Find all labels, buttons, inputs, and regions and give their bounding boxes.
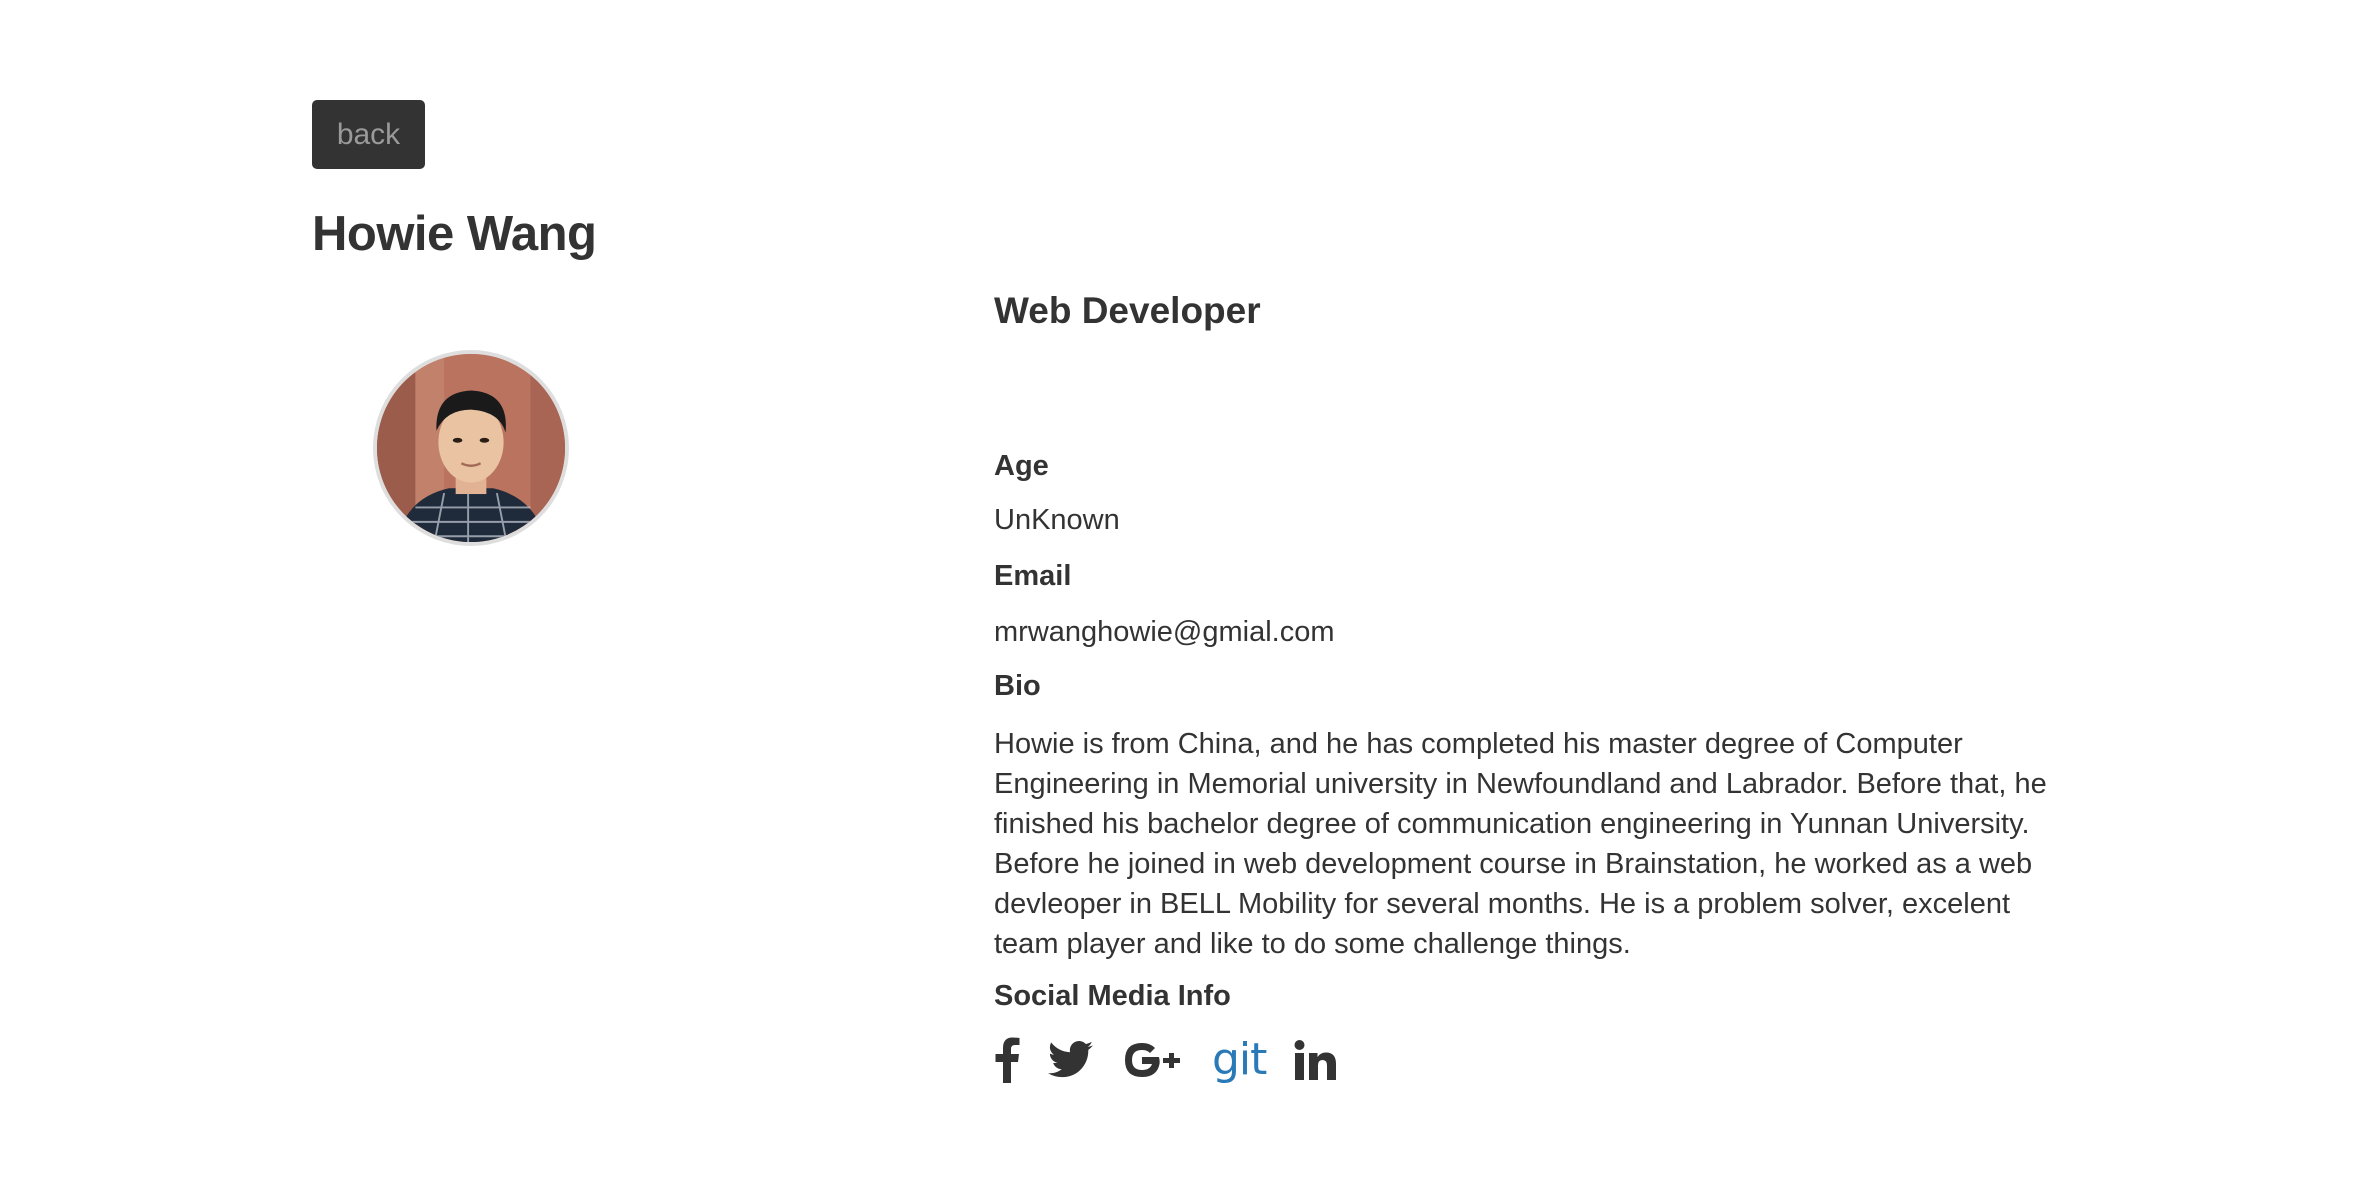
- age-label: Age: [994, 450, 1049, 482]
- email-label: Email: [994, 560, 1072, 592]
- avatar: [373, 350, 569, 546]
- linkedin-icon[interactable]: [1294, 1040, 1337, 1080]
- back-button[interactable]: back: [312, 100, 425, 169]
- social-links: git: [994, 1030, 1364, 1090]
- bio-label: Bio: [994, 670, 1041, 702]
- person-name: Howie Wang: [312, 207, 597, 261]
- git-text: git: [1212, 1034, 1267, 1085]
- git-icon[interactable]: git: [1212, 1034, 1267, 1085]
- bio-text: Howie is from China, and he has complete…: [994, 728, 2047, 960]
- avatar-photo: [377, 354, 565, 542]
- profile-details: Web Developer Age UnKnown Email mrwangho…: [994, 286, 2074, 1083]
- age-value: UnKnown: [994, 504, 1120, 536]
- email-value: mrwanghowie@gmial.com: [994, 616, 1335, 648]
- twitter-icon[interactable]: [1048, 1041, 1094, 1079]
- job-title: Web Developer: [994, 290, 1261, 331]
- social-media-label: Social Media Info: [994, 980, 1231, 1012]
- google-plus-icon[interactable]: [1122, 1040, 1184, 1080]
- facebook-icon[interactable]: [994, 1037, 1020, 1083]
